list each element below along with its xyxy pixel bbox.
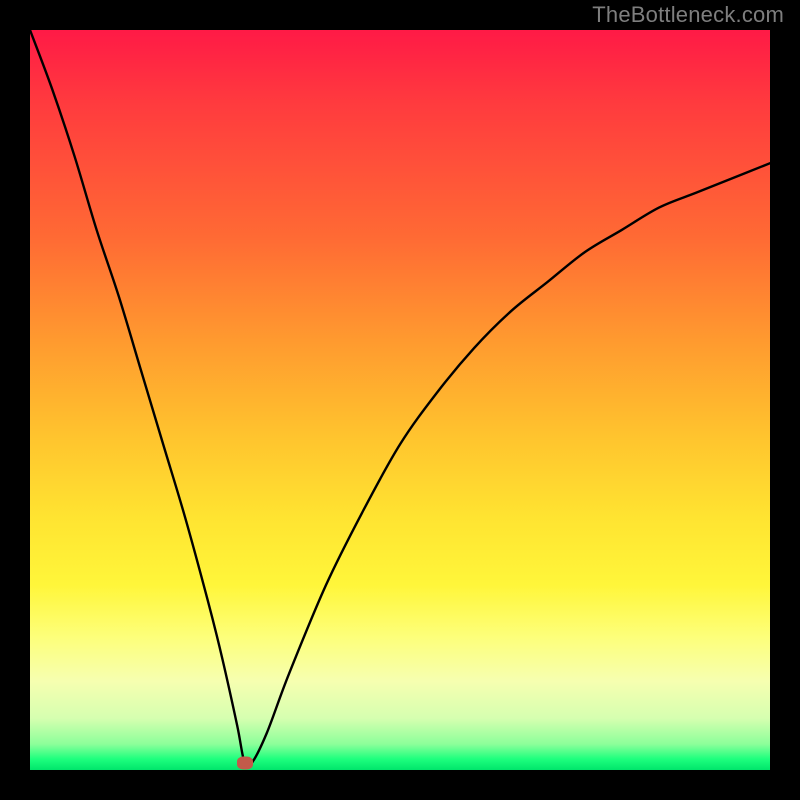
watermark-text: TheBottleneck.com — [592, 2, 784, 28]
bottleneck-curve — [30, 30, 770, 770]
plot-area — [30, 30, 770, 770]
chart-frame: TheBottleneck.com — [0, 0, 800, 800]
min-marker — [237, 756, 253, 769]
